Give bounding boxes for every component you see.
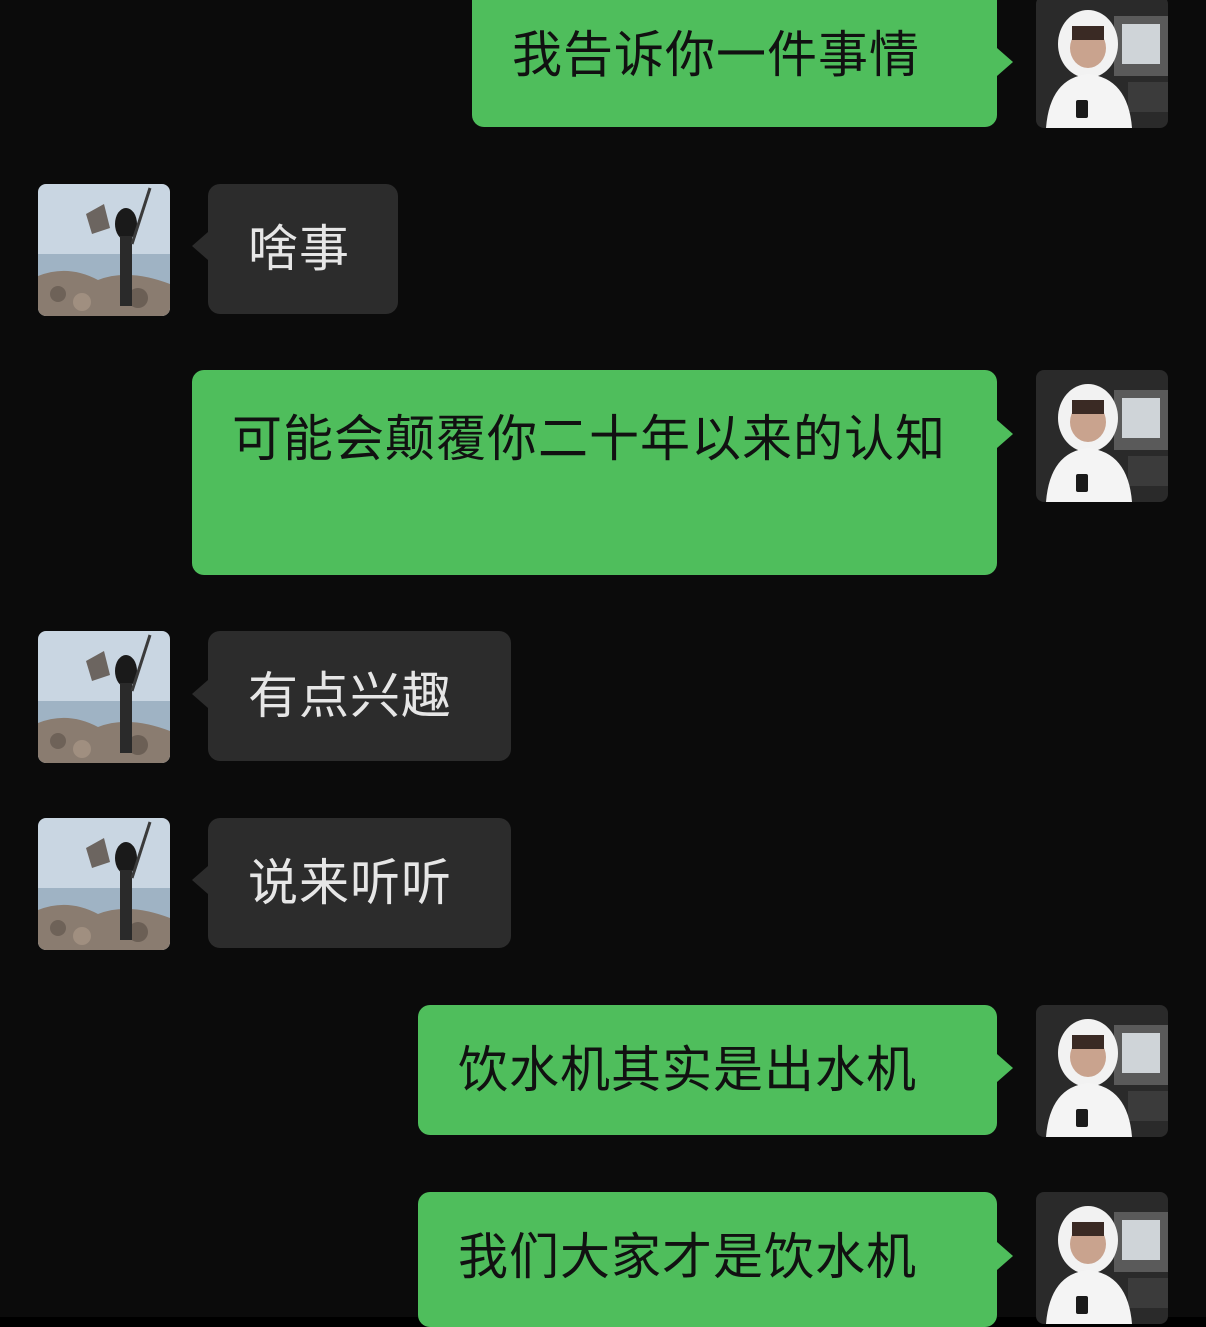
chat-conversation[interactable]: 我告诉你一件事情 啥事 可能会颠覆你二十年以来的认知 有点兴趣 说来听听 饮水机…: [0, 0, 1206, 1327]
hooded-person-avatar-icon: [1036, 1005, 1168, 1137]
bubble-tail-outgoing: [997, 1054, 1013, 1082]
bubble-tail-outgoing: [997, 1242, 1013, 1270]
bubble-tail-incoming: [192, 866, 208, 894]
message-bubble-incoming[interactable]: 说来听听: [208, 818, 511, 948]
message-bubble-outgoing[interactable]: 我们大家才是饮水机: [418, 1192, 997, 1327]
bubble-tail-outgoing: [997, 48, 1013, 76]
self-avatar[interactable]: [1036, 370, 1168, 502]
bubble-tail-outgoing: [997, 420, 1013, 448]
message-bubble-outgoing[interactable]: 我告诉你一件事情: [472, 0, 997, 127]
message-bubble-incoming[interactable]: 有点兴趣: [208, 631, 511, 761]
contact-avatar[interactable]: [38, 818, 170, 950]
seaside-person-avatar-icon: [38, 184, 170, 316]
self-avatar[interactable]: [1036, 1005, 1168, 1137]
seaside-person-avatar-icon: [38, 631, 170, 763]
hooded-person-avatar-icon: [1036, 0, 1168, 128]
message-bubble-incoming[interactable]: 啥事: [208, 184, 398, 314]
hooded-person-avatar-icon: [1036, 370, 1168, 502]
contact-avatar[interactable]: [38, 631, 170, 763]
self-avatar[interactable]: [1036, 0, 1168, 128]
message-bubble-outgoing[interactable]: 可能会颠覆你二十年以来的认知: [192, 370, 997, 575]
self-avatar[interactable]: [1036, 1192, 1168, 1324]
bubble-tail-incoming: [192, 232, 208, 260]
seaside-person-avatar-icon: [38, 818, 170, 950]
hooded-person-avatar-icon: [1036, 1192, 1168, 1324]
message-bubble-outgoing[interactable]: 饮水机其实是出水机: [418, 1005, 997, 1135]
bubble-tail-incoming: [192, 680, 208, 708]
contact-avatar[interactable]: [38, 184, 170, 316]
